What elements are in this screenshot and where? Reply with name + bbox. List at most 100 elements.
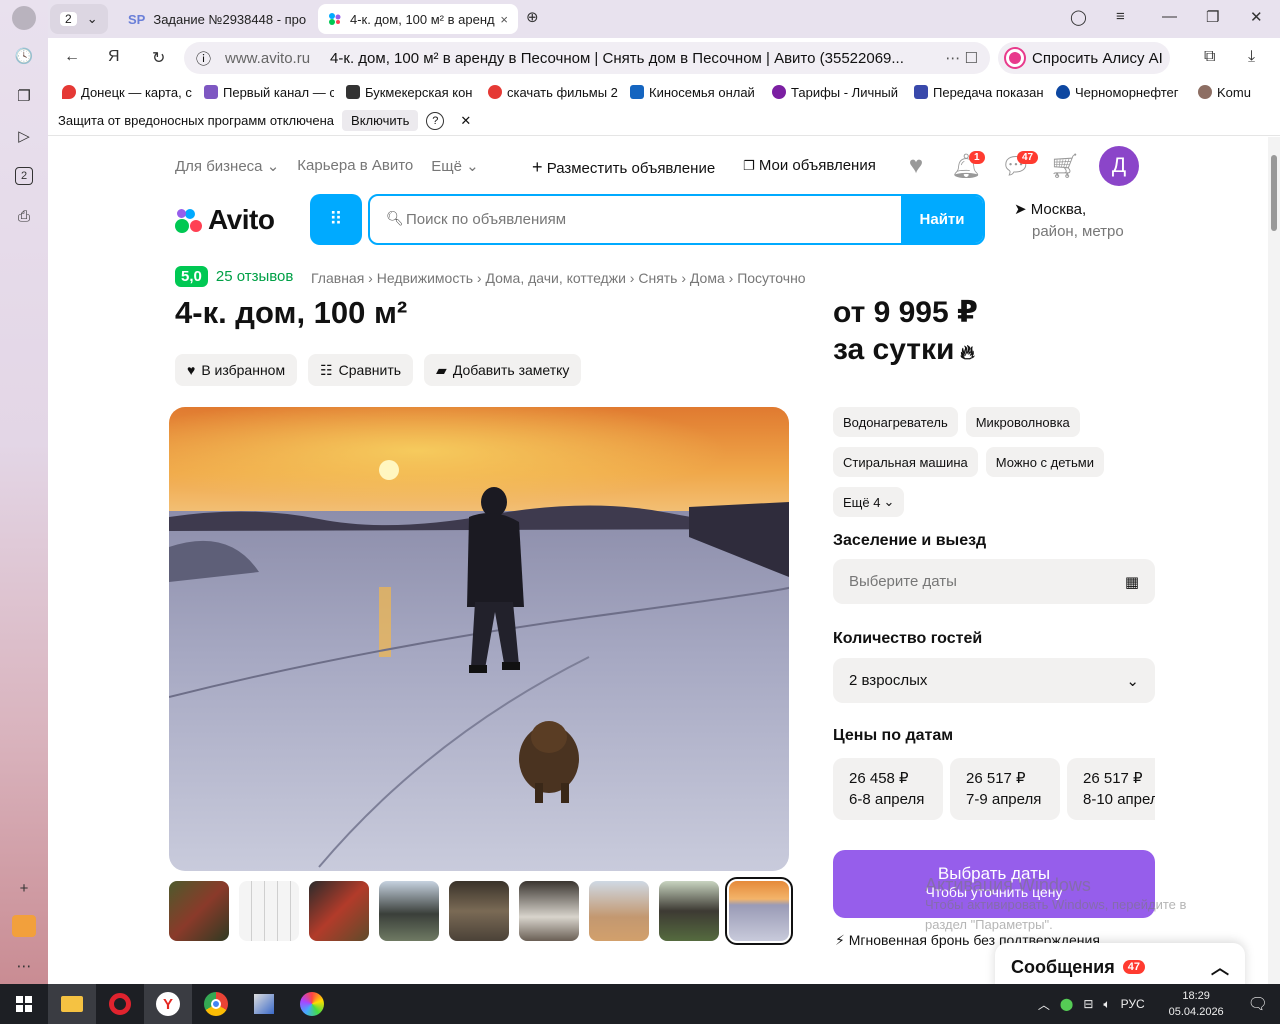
bookmark-item[interactable]: Черноморнефтег	[1056, 85, 1186, 100]
bookmark-item[interactable]: Первый канал — с	[204, 85, 334, 100]
extensions-icon[interactable]: ⧉	[1204, 48, 1215, 66]
volume-icon[interactable]: 🔈︎	[1103, 997, 1110, 1012]
restore-icon[interactable]: ❐	[1206, 8, 1219, 26]
enable-protection-button[interactable]: Включить	[342, 110, 419, 131]
menu-icon[interactable]: ≡	[1116, 8, 1125, 25]
thumbnail[interactable]	[589, 881, 649, 941]
bookmark-item[interactable]: Букмекерская кон	[346, 85, 476, 100]
profile-icon[interactable]	[12, 6, 36, 30]
back-icon[interactable]: ←	[64, 48, 80, 66]
date-price-card[interactable]: 26 458 ₽6-8 апреля	[833, 758, 943, 820]
my-ads-link[interactable]: ❐ Мои объявления	[743, 157, 876, 174]
bookmark-item[interactable]: Тарифы - Личный	[772, 85, 902, 100]
tabs-count-icon[interactable]: 2	[12, 164, 36, 188]
compare-button[interactable]: ☷ Сравнить	[308, 354, 414, 386]
colorful-app-icon[interactable]	[288, 984, 336, 1024]
more-amenities-button[interactable]: Ещё 4 ⌄	[833, 487, 905, 517]
bookmark-item[interactable]: Komu	[1198, 85, 1258, 100]
search-button[interactable]: Найти	[901, 196, 983, 243]
video-icon[interactable]: ▷	[12, 124, 36, 148]
site-info-icon[interactable]: ⓘ	[196, 48, 211, 69]
chrome-icon[interactable]	[192, 984, 240, 1024]
mail-icon[interactable]	[12, 914, 36, 938]
yandex-icon[interactable]: Я	[108, 48, 120, 66]
notifications-icon[interactable]: 🗨︎	[1248, 994, 1268, 1014]
location-selector[interactable]: ➤ Москва, район, метро	[1014, 199, 1124, 243]
amenity-chip: Микроволновка	[965, 407, 1080, 437]
favorite-button[interactable]: ♥ В избранном	[175, 354, 298, 386]
tab-task[interactable]: SP Задание №2938448 - про	[118, 4, 314, 34]
bookmark-item[interactable]: скачать фильмы 2	[488, 85, 618, 100]
thumbnail[interactable]	[379, 881, 439, 941]
file-explorer-icon[interactable]	[48, 984, 96, 1024]
account-icon[interactable]: ◯	[1070, 8, 1087, 26]
listing-main-photo[interactable]	[169, 407, 789, 871]
date-price-card[interactable]: 26 517 ₽8-10 апреля	[1067, 758, 1155, 820]
bookmark-item[interactable]: Передача показан	[914, 85, 1044, 100]
minimize-icon[interactable]: —	[1162, 8, 1177, 25]
post-ad-link[interactable]: + Разместить объявление	[532, 157, 715, 178]
date-picker-field[interactable]: Выберите даты ▦	[833, 559, 1155, 604]
guests-select[interactable]: 2 взрослых ⌄	[833, 658, 1155, 703]
thumbnail[interactable]	[449, 881, 509, 941]
search-input[interactable]	[370, 196, 901, 243]
user-avatar[interactable]: Д	[1099, 146, 1139, 186]
reviews-link[interactable]: 25 отзывов	[216, 268, 294, 285]
downloads-icon[interactable]: ⤓	[1248, 48, 1255, 66]
network-icon[interactable]: ⊟	[1083, 997, 1093, 1011]
notifications-bell-icon[interactable]: 🔔︎ 1	[951, 151, 985, 181]
reload-icon[interactable]: ↻	[152, 48, 165, 68]
history-icon[interactable]: 🕓	[12, 44, 36, 68]
bookmark-icon[interactable]: ⋯ ☐	[945, 49, 978, 67]
career-link[interactable]: Карьера в Авито	[297, 157, 413, 175]
thumbnail-selected[interactable]	[725, 877, 793, 945]
address-bar[interactable]: ⓘ www.avito.ru 4-к. дом, 100 м² в аренду…	[184, 42, 990, 74]
close-notice-icon[interactable]: ✕	[460, 113, 471, 129]
bookmark-item[interactable]: Донецк — карта, с	[62, 85, 192, 100]
compare-icon: ☷	[320, 361, 333, 378]
avito-logo[interactable]: Avito	[175, 204, 275, 236]
tray-app-icon[interactable]: ⬤	[1060, 997, 1073, 1011]
search-icon: 🔍︎	[386, 210, 404, 226]
categories-button[interactable]: ⠿	[310, 194, 362, 245]
start-icon[interactable]	[0, 984, 48, 1024]
yandex-browser-icon[interactable]: Y	[144, 984, 192, 1024]
screenshot-icon[interactable]: ⎙	[12, 204, 36, 228]
alice-button[interactable]: Спросить Алису AI	[998, 42, 1170, 74]
tray-chevron-icon[interactable]: ︿	[1038, 996, 1050, 1013]
thumbnail[interactable]	[169, 881, 229, 941]
bookmark-item[interactable]: Киносемья онлай	[630, 85, 760, 100]
add-note-button[interactable]: ▰ Добавить заметку	[424, 354, 582, 386]
lightning-icon: ⚡︎	[835, 932, 845, 948]
tab-avito[interactable]: 4-к. дом, 100 м² в аренд ×	[318, 4, 518, 34]
collections-icon[interactable]: ❐	[12, 84, 36, 108]
thumbnail[interactable]	[659, 881, 719, 941]
protection-notice: Защита от вредоносных программ отключена…	[48, 106, 1280, 136]
messages-icon[interactable]: 💬︎ 47	[1001, 151, 1039, 181]
opera-icon[interactable]	[96, 984, 144, 1024]
app-icon[interactable]	[240, 984, 288, 1024]
clock[interactable]: 18:29 05.04.2026	[1169, 988, 1224, 1020]
scrollbar[interactable]	[1268, 137, 1280, 984]
date-price-card[interactable]: 26 517 ₽7-9 апреля	[950, 758, 1060, 820]
messages-panel[interactable]: Сообщения 47 ︿	[995, 943, 1245, 984]
breadcrumb[interactable]: Главная › Недвижимость › Дома, дачи, кот…	[311, 270, 806, 286]
tab-counter[interactable]: 2 ⌄	[50, 4, 108, 34]
help-icon[interactable]: ?	[426, 111, 445, 130]
thumbnail[interactable]	[309, 881, 369, 941]
new-tab-icon[interactable]: ⊕	[526, 8, 539, 26]
for-business-link[interactable]: Для бизнеса ⌄	[175, 157, 279, 175]
seller-rating[interactable]: 5,0 25 отзывов	[175, 266, 293, 287]
thumbnail[interactable]	[239, 881, 299, 941]
more-link[interactable]: Ещё ⌄	[431, 157, 478, 175]
thumbnail[interactable]	[519, 881, 579, 941]
language-indicator[interactable]: РУС	[1121, 997, 1145, 1011]
add-panel-icon[interactable]: +	[12, 876, 36, 900]
more-icon[interactable]: ⋯	[12, 954, 36, 978]
fire-icon: 🔥︎	[954, 342, 975, 364]
favorites-heart-icon[interactable]: ♥	[901, 151, 931, 181]
close-window-icon[interactable]: ✕	[1250, 8, 1263, 26]
cart-icon[interactable]: 🛒︎	[1050, 151, 1080, 181]
close-tab-icon[interactable]: ×	[500, 12, 508, 27]
search-box: 🔍︎ Найти	[368, 194, 985, 245]
